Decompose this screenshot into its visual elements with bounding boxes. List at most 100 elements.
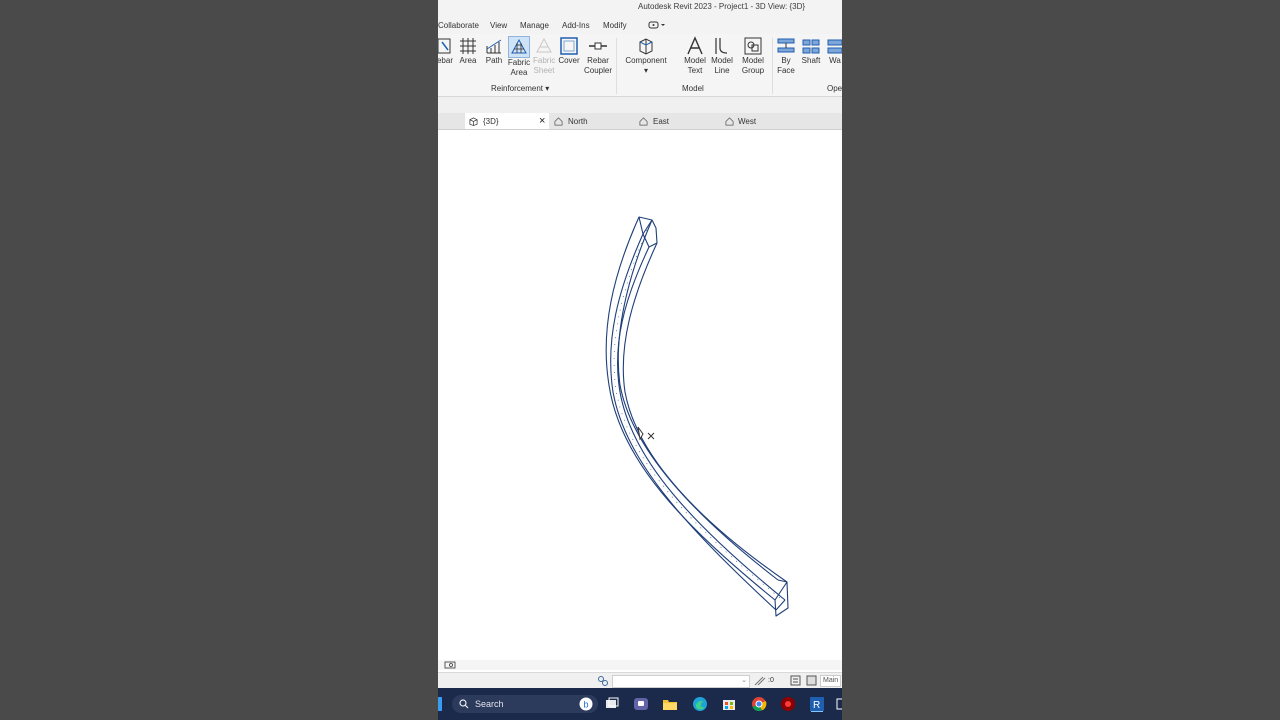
area-reinforcement-button[interactable]: Area [458, 36, 478, 66]
rebar-icon [438, 38, 451, 54]
view-tab-3d[interactable]: {3D} × [465, 113, 549, 129]
move-cursor-icon [637, 426, 655, 441]
component-icon [639, 38, 653, 55]
shaft-icon [802, 39, 820, 54]
main-model-dropdown[interactable]: Main [820, 675, 842, 687]
ribbon-tab-collaborate[interactable]: Collaborate [438, 21, 479, 30]
search-icon [459, 699, 469, 709]
curved-beam-model [605, 216, 789, 617]
3d-view-icon [469, 117, 478, 126]
panel-title-reinforcement[interactable]: Reinforcement ▾ [491, 84, 549, 93]
svg-text:b: b [584, 700, 589, 710]
model-text-label: Model Text [684, 56, 706, 75]
revit-window: Autodesk Revit 2023 - Project1 - 3D View… [438, 0, 842, 720]
rebar-coupler-icon [589, 42, 607, 50]
elevation-view-icon [639, 117, 648, 126]
ribbon-tab-manage[interactable]: Manage [520, 21, 549, 30]
recorder-app-icon[interactable] [780, 696, 796, 712]
model-text-button[interactable]: Model Text [682, 36, 708, 76]
model-line-icon [715, 38, 728, 54]
fabric-area-label: Fabric Area [507, 58, 531, 77]
status-bar: ⌄ :0 Main [438, 672, 842, 689]
ribbon-tab-modify[interactable]: Modify [603, 21, 627, 30]
drawing-canvas[interactable] [438, 130, 842, 660]
model-line-button[interactable]: Model Line [709, 36, 735, 76]
title-bar: Autodesk Revit 2023 - Project1 - 3D View… [438, 0, 842, 16]
bing-icon: b [579, 697, 593, 711]
view-tab-east[interactable]: East [638, 113, 718, 129]
path-label: Path [485, 56, 503, 65]
taskbar-search[interactable]: Search b [452, 695, 598, 713]
rebar-coupler-button[interactable]: Rebar Coupler [584, 36, 612, 76]
panel-title-model: Model [682, 84, 704, 93]
ribbon-tab-bar: Collaborate View Manage Add-Ins Modify [438, 16, 842, 34]
view-tab-label: East [653, 117, 670, 126]
view-tab-label: West [738, 117, 757, 126]
task-view-icon[interactable] [604, 696, 620, 712]
ribbon-tab-view[interactable]: View [490, 21, 507, 30]
workset-icon[interactable] [597, 675, 609, 687]
model-group-icon [744, 37, 762, 55]
editable-only-icon[interactable] [754, 676, 766, 686]
panel-divider [772, 38, 773, 94]
panel-divider [616, 38, 617, 94]
rebar-label: ebar [438, 56, 453, 65]
windows-taskbar: Search b R [438, 688, 842, 720]
filter-icon[interactable] [790, 675, 801, 686]
path-reinforcement-icon [486, 39, 502, 54]
close-icon[interactable]: × [539, 115, 545, 127]
view-tab-label: {3D} [483, 117, 499, 126]
shaft-button[interactable]: Shaft [800, 36, 822, 66]
ribbon-panel: ebar Area Path Fabric Area Fabric Sheet Co… [438, 34, 842, 97]
elevation-view-icon [554, 117, 563, 126]
wall-opening-icon [827, 39, 842, 54]
ribbon-display-toggle-icon[interactable] [648, 20, 666, 32]
fabric-area-icon [508, 36, 530, 58]
active-workset-dropdown[interactable]: ⌄ [612, 675, 750, 688]
edge-icon[interactable] [692, 696, 708, 712]
elevation-view-icon [725, 117, 734, 126]
windows-start-icon[interactable] [438, 697, 442, 711]
view-control-bar [438, 660, 842, 670]
wall-opening-button[interactable]: Wa [826, 36, 842, 66]
by-face-label: By Face [777, 56, 795, 75]
design-options-icon[interactable] [806, 675, 817, 686]
chevron-down-icon: ⌄ [741, 677, 747, 684]
window-title: Autodesk Revit 2023 - Project1 - 3D View… [638, 2, 806, 11]
wall-opening-label: Wa [829, 56, 841, 65]
options-bar [438, 97, 842, 113]
component-label: Component [625, 56, 667, 65]
overflow-app-icon[interactable] [836, 696, 842, 712]
model-group-label: Model Group [741, 56, 765, 75]
view-tab-north[interactable]: North [552, 113, 632, 129]
file-explorer-icon[interactable] [662, 696, 678, 712]
cover-button[interactable]: Cover [558, 36, 580, 66]
fabric-sheet-icon [536, 37, 552, 53]
fabric-area-button[interactable]: Fabric Area [507, 36, 531, 78]
path-reinforcement-button[interactable]: Path [483, 36, 505, 66]
by-face-button[interactable]: By Face [775, 36, 797, 76]
model-text-icon [687, 36, 703, 55]
teams-icon[interactable] [633, 696, 649, 712]
scale-icon[interactable] [444, 661, 456, 669]
svg-text:R: R [813, 700, 820, 711]
view-tab-label: North [568, 117, 588, 126]
cover-label: Cover [558, 56, 580, 65]
component-dropdown-icon[interactable]: ▾ [623, 66, 669, 76]
ribbon-tab-add-ins[interactable]: Add-Ins [562, 21, 590, 30]
by-face-icon [777, 38, 795, 53]
fabric-sheet-label: Fabric Sheet [533, 56, 556, 75]
model-group-button[interactable]: Model Group [738, 36, 768, 76]
area-reinforcement-icon [460, 38, 476, 54]
microsoft-store-icon[interactable] [721, 696, 737, 712]
area-label: Area [459, 56, 477, 65]
cover-icon [560, 37, 578, 55]
component-button[interactable]: Component ▾ [623, 36, 669, 76]
chrome-icon[interactable] [751, 696, 767, 712]
rebar-button[interactable]: ebar [438, 36, 454, 66]
search-label: Search [475, 699, 504, 709]
view-tab-west[interactable]: West [724, 113, 804, 129]
selection-count: :0 [768, 677, 774, 684]
fabric-sheet-button[interactable]: Fabric Sheet [533, 36, 555, 76]
revit-app-icon[interactable]: R [809, 696, 825, 712]
